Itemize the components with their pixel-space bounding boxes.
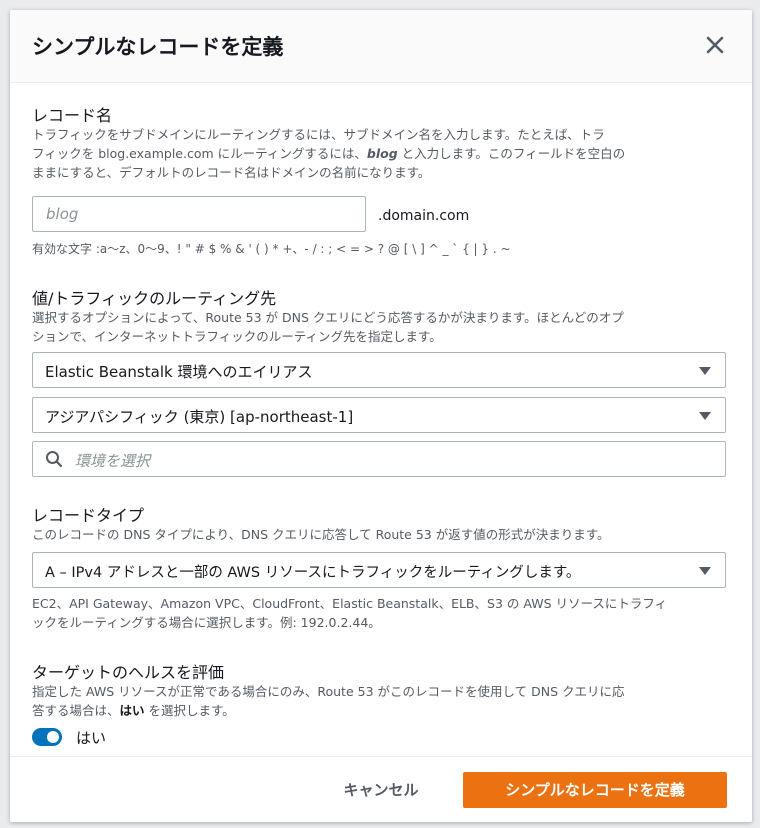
routing-target-label: 値/トラフィックのルーティング先 (32, 289, 277, 308)
evaluate-health-description: 指定した AWS リソースが正常である場合にのみ、Route 53 がこのレコー… (32, 682, 732, 720)
define-simple-record-dialog: シンプルなレコードを定義 レコード名 トラフィックをサブドメインにルーティングす… (10, 10, 752, 822)
alias-target-value: Elastic Beanstalk 環境へのエイリアス (45, 363, 313, 381)
record-name-placeholder: blog (46, 205, 79, 223)
evaluate-health-label: ターゲットのヘルスを評価 (32, 663, 225, 682)
cancel-button[interactable]: キャンセル (326, 775, 436, 805)
record-name-description: トラフィックをサブドメインにルーティングするには、サブドメイン名を入力します。た… (32, 125, 732, 182)
caret-down-icon (699, 367, 711, 375)
region-select[interactable]: アジアパシフィック (東京) [ap-northeast-1] (32, 397, 726, 433)
dialog-title: シンプルなレコードを定義 (32, 35, 284, 59)
record-name-input[interactable]: blog (32, 196, 366, 232)
caret-down-icon (699, 567, 711, 575)
desc-emphasis: はい (119, 703, 145, 718)
toggle-knob (47, 731, 59, 743)
routing-desc-line2: ションで、インターネットトラフィックのルーティング先を指定します。 (32, 329, 442, 344)
record-type-help-line1: EC2、API Gateway、Amazon VPC、CloudFront、El… (32, 596, 668, 611)
record-type-select[interactable]: A – IPv4 アドレスと一部の AWS リソースにトラフィックをルーティング… (32, 552, 726, 588)
record-name-label: レコード名 (32, 106, 113, 125)
caret-down-icon (699, 412, 711, 420)
health-desc-line2: 答する場合は、はい を選択します。 (32, 701, 732, 720)
record-type-value: A – IPv4 アドレスと一部の AWS リソースにトラフィックをルーティング… (45, 565, 581, 581)
desc-text: を選択します。 (144, 703, 235, 718)
environment-placeholder: 環境を選択 (75, 452, 151, 470)
evaluate-health-toggle[interactable] (32, 728, 62, 746)
desc-text: フィックを blog.example.com にルーティングするには、 (32, 146, 367, 161)
desc-text: 答する場合は、 (32, 703, 120, 718)
toggle-label: はい (76, 729, 107, 747)
record-name-desc-line2: フィックを blog.example.com にルーティングするには、blog … (32, 144, 732, 163)
dialog-footer: キャンセル シンプルなレコードを定義 (10, 756, 752, 822)
desc-text: と入力します。このフィールドを空白の (397, 146, 626, 161)
routing-desc-line1: 選択するオプションによって、Route 53 が DNS クエリにどう応答するか… (32, 310, 624, 325)
desc-emphasis: blog (366, 146, 398, 161)
close-icon[interactable] (702, 32, 728, 58)
search-icon (45, 450, 63, 472)
valid-characters-hint: 有効な文字 :a〜z、0〜9、! " # $ % & ' ( ) * +、- /… (32, 242, 511, 256)
record-type-help: EC2、API Gateway、Amazon VPC、CloudFront、El… (32, 594, 732, 632)
routing-target-description: 選択するオプションによって、Route 53 が DNS クエリにどう応答するか… (32, 308, 732, 346)
record-name-desc-line1: トラフィックをサブドメインにルーティングするには、サブドメイン名を入力します。た… (32, 127, 605, 142)
record-type-label: レコードタイプ (32, 506, 145, 525)
record-type-description: このレコードの DNS タイプにより、DNS クエリに応答して Route 53… (32, 527, 610, 542)
domain-suffix: .domain.com (378, 208, 470, 224)
dialog-header: シンプルなレコードを定義 (10, 10, 752, 83)
record-type-help-line2: ックをルーティングする場合に選択します。例: 192.0.2.44。 (32, 615, 381, 630)
region-value: アジアパシフィック (東京) [ap-northeast-1] (45, 408, 354, 426)
health-desc-line1: 指定した AWS リソースが正常である場合にのみ、Route 53 がこのレコー… (32, 684, 625, 699)
alias-target-select[interactable]: Elastic Beanstalk 環境へのエイリアス (32, 352, 726, 388)
environment-search-input[interactable]: 環境を選択 (32, 441, 726, 477)
record-name-desc-line3: ままにすると、デフォルトのレコード名はドメインの名前になります。 (32, 165, 431, 180)
define-simple-record-button[interactable]: シンプルなレコードを定義 (463, 772, 727, 808)
